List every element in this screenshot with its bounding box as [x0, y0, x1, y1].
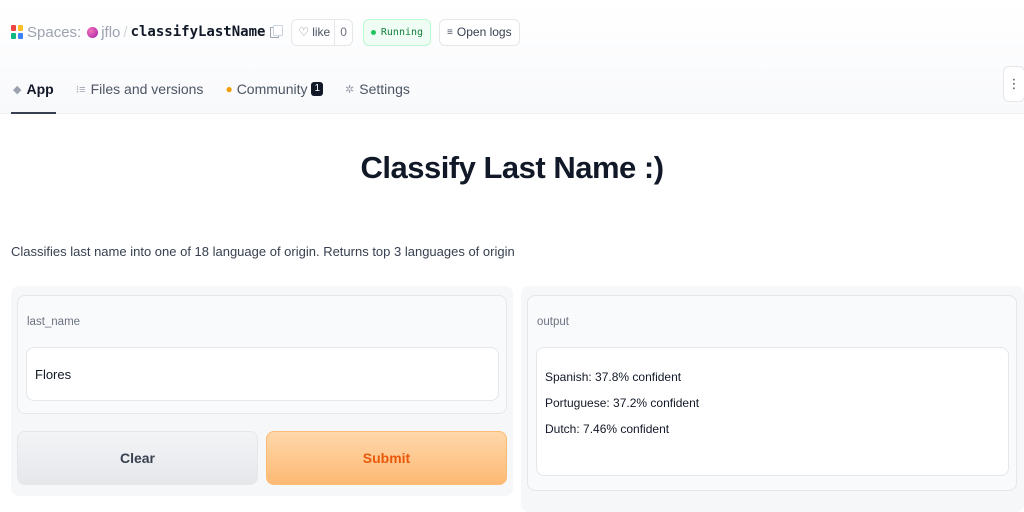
- tab-app-label: App: [26, 81, 54, 97]
- spaces-link[interactable]: Spaces:: [27, 24, 81, 41]
- heart-icon: ♡: [298, 25, 310, 39]
- output-block: output Spanish: 37.8% confident Portugue…: [527, 295, 1017, 491]
- last-name-block: last_name Flores: [17, 295, 507, 414]
- output-line: Spanish: 37.8% confident: [545, 370, 682, 384]
- files-icon: ⁝≡: [75, 83, 86, 96]
- status-text: Running: [380, 26, 424, 38]
- submit-button[interactable]: Submit: [266, 431, 507, 485]
- tab-community[interactable]: ● Community 1: [223, 64, 325, 114]
- like-label: like: [312, 25, 331, 39]
- app-title: Classify Last Name :): [360, 150, 664, 185]
- app-description: Classifies last name into one of 18 lang…: [11, 244, 515, 259]
- tab-files-label: Files and versions: [90, 81, 204, 97]
- last-name-input[interactable]: Flores: [26, 347, 499, 401]
- tab-app[interactable]: ◆ App: [11, 64, 56, 114]
- like-button[interactable]: ♡ like 0: [291, 18, 353, 46]
- clear-button[interactable]: Clear: [17, 431, 258, 485]
- repo-name-link[interactable]: classifyLastName: [131, 24, 266, 40]
- hand-wave-icon: ●: [225, 82, 233, 96]
- open-logs-button[interactable]: ≡ Open logs: [439, 18, 520, 46]
- input-panel: last_name Flores Clear Submit: [11, 286, 513, 496]
- output-line: Dutch: 7.46% confident: [545, 422, 670, 436]
- path-separator: /: [123, 23, 128, 41]
- owner-avatar[interactable]: [87, 26, 99, 38]
- tab-community-label: Community: [236, 81, 308, 97]
- spaces-logo-icon[interactable]: [11, 25, 23, 39]
- output-label: output: [537, 316, 569, 328]
- like-count[interactable]: 0: [334, 19, 352, 45]
- open-logs-label: Open logs: [456, 25, 512, 39]
- tab-settings[interactable]: ✲ Settings: [343, 64, 412, 114]
- output-textbox[interactable]: Spanish: 37.8% confident Portuguese: 37.…: [536, 347, 1009, 476]
- last-name-label: last_name: [27, 316, 81, 328]
- space-title-row: Spaces: jflo / classifyLastName ♡ like 0…: [11, 18, 520, 46]
- gear-icon: ✲: [345, 83, 355, 96]
- output-line: Portuguese: 37.2% confident: [545, 396, 700, 410]
- output-panel: output Spanish: 37.8% confident Portugue…: [521, 286, 1024, 512]
- status-badge[interactable]: Running: [362, 18, 432, 46]
- status-dot-icon: [370, 29, 376, 35]
- space-header: Spaces: jflo / classifyLastName ♡ like 0…: [0, 0, 1024, 114]
- community-count-badge: 1: [311, 82, 324, 96]
- tab-settings-label: Settings: [359, 81, 410, 97]
- tab-files-and-versions[interactable]: ⁝≡ Files and versions: [74, 64, 206, 114]
- copy-icon[interactable]: [270, 24, 284, 38]
- app-cube-icon: ◆: [13, 83, 22, 96]
- owner-link[interactable]: jflo: [101, 24, 120, 41]
- logs-icon: ≡: [447, 26, 453, 38]
- space-tabs: ◆ App ⁝≡ Files and versions ● Community …: [11, 64, 430, 114]
- kebab-menu-icon[interactable]: ⋮: [1003, 66, 1024, 102]
